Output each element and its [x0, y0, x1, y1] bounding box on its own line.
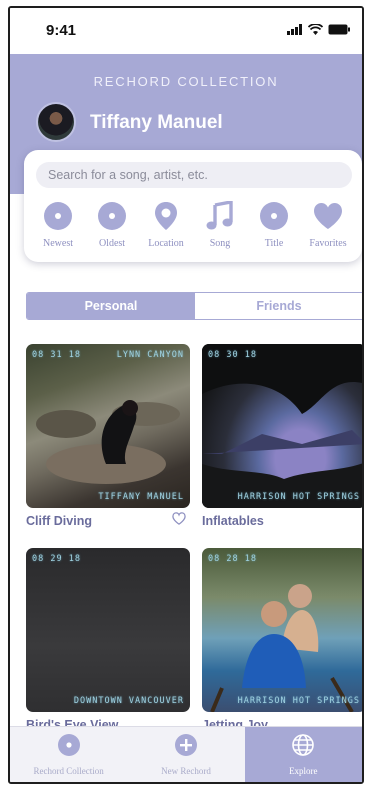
rechord-date: 08 28 18 [208, 554, 257, 564]
tab-label: Rechord Collection [33, 766, 104, 776]
filter-title[interactable]: Title [248, 200, 300, 249]
music-note-icon [204, 200, 236, 232]
rechord-title: Cliff Diving [26, 514, 92, 528]
rechord-card[interactable]: 08 31 18 LYNN CANYON TIFFANY MANUEL Clif… [26, 344, 190, 528]
rechord-date: 08 29 18 [32, 554, 81, 564]
photo-scene [202, 344, 362, 508]
rechord-title: Inflatables [202, 514, 264, 528]
rechord-location: HARRISON HOT SPRINGS [237, 696, 360, 706]
signal-icon [287, 24, 302, 35]
plus-icon [174, 733, 198, 762]
segment-friends[interactable]: Friends [195, 293, 362, 319]
status-bar: 9:41 [10, 8, 362, 54]
heart-icon [312, 200, 344, 232]
search-card: Newest Oldest Location Song [24, 150, 362, 262]
system-icons [287, 24, 350, 35]
disc-icon [96, 200, 128, 232]
filter-label: Title [264, 238, 284, 249]
tab-rechord-collection[interactable]: Rechord Collection [10, 727, 127, 782]
filter-oldest[interactable]: Oldest [86, 200, 138, 249]
rechord-photo: 08 31 18 LYNN CANYON TIFFANY MANUEL [26, 344, 190, 508]
disc-icon [42, 200, 74, 232]
disc-icon [57, 733, 81, 762]
tab-bar: Rechord Collection New Rechord Explore [10, 726, 362, 782]
rechord-photo: 08 29 18 DOWNTOWN VANCOUVER [26, 548, 190, 712]
photo-scene [36, 400, 180, 484]
user-name: Tiffany Manuel [90, 112, 223, 133]
filter-label: Location [148, 238, 184, 249]
wifi-icon [308, 24, 323, 35]
page-title: RECHORD COLLECTION [93, 74, 279, 89]
status-time: 9:41 [46, 22, 77, 39]
globe-icon [291, 733, 315, 762]
rechord-owner: TIFFANY MANUEL [98, 492, 184, 502]
rechord-location: DOWNTOWN VANCOUVER [73, 696, 184, 706]
rechord-card[interactable]: 08 30 18 HARRISON HOT SPRINGS Inflatable… [202, 344, 362, 528]
collection-segment-control: Personal Friends [26, 292, 362, 320]
search-input[interactable] [36, 162, 352, 188]
disc-icon [258, 200, 290, 232]
tab-label: New Rechord [161, 766, 211, 776]
rechord-date: 08 30 18 [208, 350, 257, 360]
tab-label: Explore [289, 766, 318, 776]
avatar[interactable] [36, 102, 76, 142]
filter-song[interactable]: Song [194, 200, 246, 249]
filter-label: Favorites [309, 238, 347, 249]
segment-personal[interactable]: Personal [27, 293, 195, 319]
filter-location[interactable]: Location [140, 200, 192, 249]
rechord-location: LYNN CANYON [116, 350, 184, 360]
filter-label: Newest [43, 238, 73, 249]
rechord-location: HARRISON HOT SPRINGS [237, 492, 360, 502]
filter-newest[interactable]: Newest [32, 200, 84, 249]
rechord-card[interactable]: 08 28 18 HARRISON HOT SPRINGS Jetting Jo… [202, 548, 362, 732]
filter-label: Oldest [98, 238, 126, 249]
filter-label: Song [209, 238, 231, 249]
rechord-date: 08 31 18 [32, 350, 81, 360]
tab-new-rechord[interactable]: New Rechord [127, 727, 244, 782]
filter-row: Newest Oldest Location Song Title Favori… [32, 200, 354, 249]
filter-favorites[interactable]: Favorites [302, 200, 354, 249]
app-frame: 9:41 RECHORD COLLECTION Tiffany Manuel N… [8, 6, 364, 784]
location-pin-icon [150, 200, 182, 232]
battery-icon [328, 24, 350, 35]
rechord-card[interactable]: 08 29 18 DOWNTOWN VANCOUVER Bird's Eye V… [26, 548, 190, 732]
tab-explore[interactable]: Explore [244, 727, 362, 782]
rechord-photo: 08 28 18 HARRISON HOT SPRINGS [202, 548, 362, 712]
rechord-photo: 08 30 18 HARRISON HOT SPRINGS [202, 344, 362, 508]
photo-scene [210, 584, 354, 712]
favorite-heart-icon[interactable] [172, 512, 186, 530]
